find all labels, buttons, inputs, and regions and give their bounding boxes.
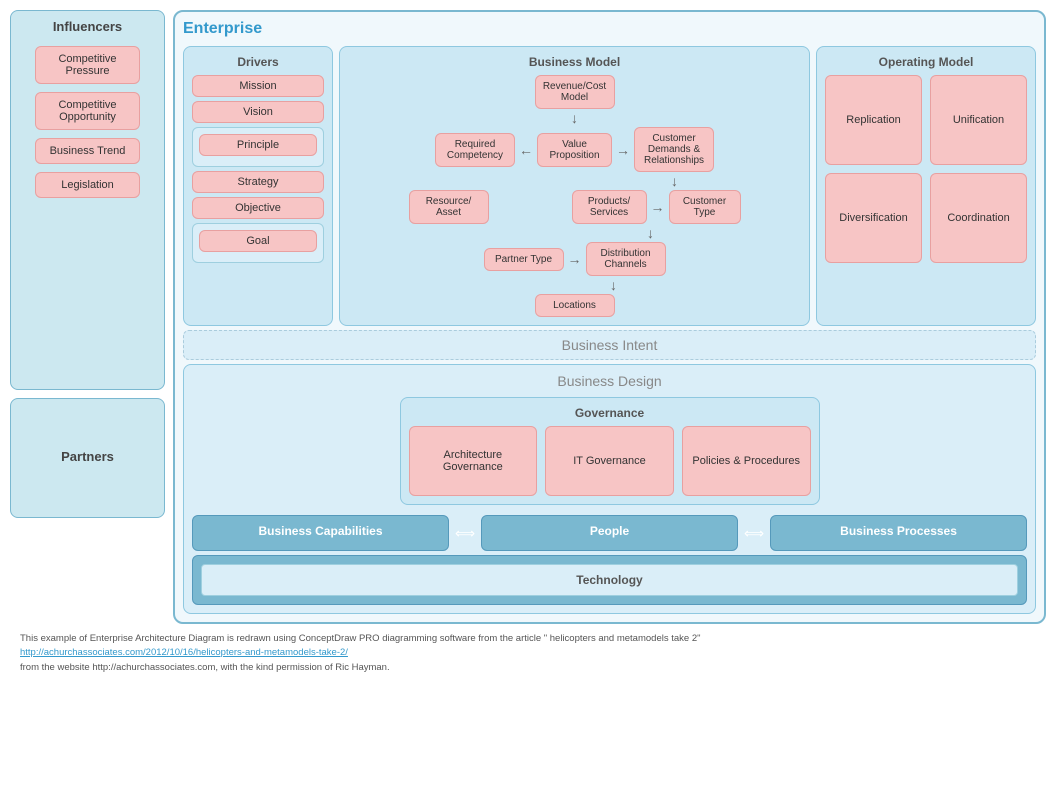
arrow-right-3: → xyxy=(568,252,582,266)
bm-row-4: Partner Type → Distribution Channels xyxy=(484,242,666,276)
om-unification: Unification xyxy=(930,75,1027,165)
bm-arrows-row: ↓ xyxy=(348,174,801,188)
arrow-down-4: ↓ xyxy=(610,278,617,292)
drivers-title: Drivers xyxy=(192,55,324,69)
arrow-down-3: ↓ xyxy=(647,226,654,240)
influencer-item-4: Legislation xyxy=(35,172,140,198)
enterprise-container: Enterprise Drivers Mission Vision Princi… xyxy=(173,10,1046,624)
bm-products-services: Products/ Services xyxy=(572,190,647,224)
bm-row-2: Required Competency ← Value Proposition … xyxy=(435,127,714,172)
bm-resource-asset: Resource/ Asset xyxy=(409,190,489,224)
om-replication: Replication xyxy=(825,75,922,165)
partners-panel: Partners xyxy=(10,398,165,518)
operating-model-title: Operating Model xyxy=(825,55,1027,69)
technology-bar: Technology xyxy=(192,555,1027,605)
bm-locations: Locations xyxy=(535,294,615,317)
people-panel: People xyxy=(481,515,738,551)
driver-strategy: Strategy xyxy=(192,171,324,193)
business-model-panel: Business Model Revenue/Cost Model ↓ Requ… xyxy=(339,46,810,326)
om-coordination: Coordination xyxy=(930,173,1027,263)
bm-arrows-row3: ↓ xyxy=(348,278,801,292)
bm-partner-type: Partner Type xyxy=(484,248,564,271)
main-container: Influencers Competitive Pressure Competi… xyxy=(0,0,1056,684)
operating-model-panel: Operating Model Replication Unification … xyxy=(816,46,1036,326)
bm-row-3: Resource/ Asset Products/ Services → Cus… xyxy=(409,190,741,224)
gov-architecture: Architecture Governance xyxy=(409,426,538,496)
driver-vision: Vision xyxy=(192,101,324,123)
technology-label: Technology xyxy=(201,564,1018,596)
people-bp-connector: ⟺ xyxy=(744,515,764,551)
business-processes-title: Business Processes xyxy=(779,524,1018,538)
bm-revenue-cost: Revenue/Cost Model xyxy=(535,75,615,109)
business-design-title: Business Design xyxy=(192,373,1027,389)
gov-policies: Policies & Procedures xyxy=(682,426,811,496)
influencers-panel: Influencers Competitive Pressure Competi… xyxy=(10,10,165,390)
bm-layout: Revenue/Cost Model ↓ Required Competency… xyxy=(348,75,801,317)
driver-goal: Goal xyxy=(199,230,317,252)
governance-panel: Governance Architecture Governance IT Go… xyxy=(400,397,820,505)
influencer-item-2: Competitive Opportunity xyxy=(35,92,140,130)
people-title: People xyxy=(490,524,729,538)
gov-grid: Architecture Governance IT Governance Po… xyxy=(409,426,811,496)
bm-customer-demands: Customer Demands & Relationships xyxy=(634,127,714,172)
governance-wrapper: Governance Architecture Governance IT Go… xyxy=(192,397,1027,505)
footer-line1: This example of Enterprise Architecture … xyxy=(20,632,1036,646)
om-diversification: Diversification xyxy=(825,173,922,263)
arrow-left-1: ← xyxy=(519,143,533,157)
driver-objective: Objective xyxy=(192,197,324,219)
top-area: Influencers Competitive Pressure Competi… xyxy=(10,10,1046,624)
driver-mission: Mission xyxy=(192,75,324,97)
bm-arrows-row2: ↓ xyxy=(348,226,801,240)
driver-group-principle: Principle xyxy=(192,127,324,167)
business-processes-panel: Business Processes xyxy=(770,515,1027,551)
business-capabilities-title: Business Capabilities xyxy=(201,524,440,538)
bm-value-proposition: Value Proposition xyxy=(537,133,612,167)
enterprise-title: Enterprise xyxy=(183,20,1036,38)
arrow-right-1: → xyxy=(616,143,630,157)
om-grid: Replication Unification Diversification … xyxy=(825,75,1027,263)
bc-people-connector: ⟺ xyxy=(455,515,475,551)
business-capabilities-panel: Business Capabilities xyxy=(192,515,449,551)
footer-line2: from the website http://achurchassociate… xyxy=(20,661,1036,675)
influencer-item-3: Business Trend xyxy=(35,138,140,164)
drivers-panel: Drivers Mission Vision Principle Strateg… xyxy=(183,46,333,326)
driver-group-goal: Goal xyxy=(192,223,324,263)
business-model-title: Business Model xyxy=(348,55,801,69)
partners-title: Partners xyxy=(61,449,114,464)
arrow-right-2: → xyxy=(651,200,665,214)
arrow-down-1: ↓ xyxy=(571,111,578,125)
left-column: Influencers Competitive Pressure Competi… xyxy=(10,10,165,518)
footer: This example of Enterprise Architecture … xyxy=(10,628,1046,679)
governance-title: Governance xyxy=(409,406,811,420)
bm-distribution-channels: Distribution Channels xyxy=(586,242,666,276)
business-intent: Business Intent xyxy=(183,330,1036,360)
enterprise-top-row: Drivers Mission Vision Principle Strateg… xyxy=(183,46,1036,326)
influencer-item-1: Competitive Pressure xyxy=(35,46,140,84)
influencers-title: Influencers xyxy=(53,19,122,34)
driver-principle: Principle xyxy=(199,134,317,156)
bm-required-competency: Required Competency xyxy=(435,133,515,167)
arrow-down-2: ↓ xyxy=(671,174,678,188)
bottom-row: Business Capabilities ⟺ People ⟺ Busines… xyxy=(192,515,1027,551)
bm-customer-type: Customer Type xyxy=(669,190,741,224)
gov-it: IT Governance xyxy=(545,426,674,496)
footer-link[interactable]: http://achurchassociates.com/2012/10/16/… xyxy=(20,646,1036,660)
business-design-area: Business Design Governance Architecture … xyxy=(183,364,1036,614)
